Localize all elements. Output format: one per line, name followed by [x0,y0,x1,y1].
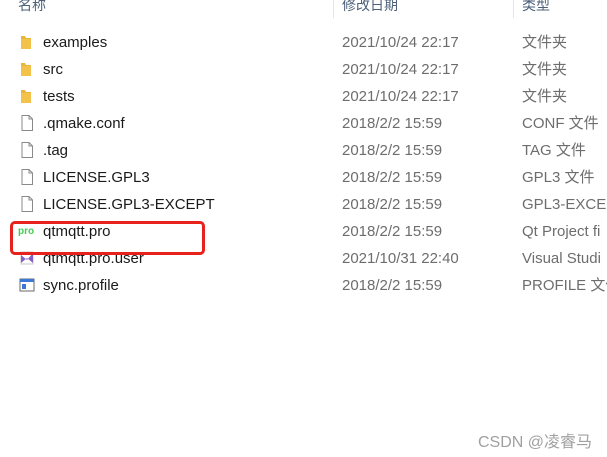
file-name: .tag [43,142,69,159]
column-header-date[interactable]: 修改日期 [342,0,398,14]
file-row[interactable]: LICENSE.GPL3-EXCEPT 2018/2/2 15:59 GPL3-… [0,191,607,218]
folder-icon [18,87,36,105]
file-row[interactable]: .tag 2018/2/2 15:59 TAG 文件 [0,137,607,164]
column-divider[interactable] [333,0,334,18]
file-date: 2021/10/31 22:40 [342,250,459,267]
column-header-bar: 名称 修改日期 类型 [0,0,607,18]
profile-icon [18,276,36,294]
file-type: GPL3-EXCEPT [522,196,607,213]
highlight-annotation-box [10,221,205,255]
file-date: 2018/2/2 15:59 [342,115,443,132]
file-type: Qt Project fi [522,223,601,240]
folder-icon [18,60,36,78]
file-date: 2021/10/24 22:17 [342,61,459,78]
file-explorer-window: 名称 修改日期 类型 examples 2021/10/24 22:17 文件夹… [0,0,607,457]
document-icon [18,195,36,213]
folder-icon [18,33,36,51]
file-type: GPL3 文件 [522,169,595,186]
file-name: .qmake.conf [43,115,125,132]
column-divider[interactable] [513,0,514,18]
file-row[interactable]: tests 2021/10/24 22:17 文件夹 [0,83,607,110]
file-date: 2021/10/24 22:17 [342,34,459,51]
file-type: 文件夹 [522,61,568,78]
document-icon [18,114,36,132]
file-type: Visual Studi [522,250,601,267]
file-row[interactable]: sync.profile 2018/2/2 15:59 PROFILE 文件 [0,272,607,299]
file-name: sync.profile [43,277,119,294]
file-type: 文件夹 [522,88,568,105]
file-row[interactable]: examples 2021/10/24 22:17 文件夹 [0,29,607,56]
document-icon [18,168,36,186]
watermark: CSDN @凌睿马 [477,434,592,451]
file-date: 2018/2/2 15:59 [342,142,443,159]
file-type: PROFILE 文件 [522,277,607,294]
file-name: LICENSE.GPL3-EXCEPT [43,196,215,213]
file-date: 2018/2/2 15:59 [342,169,443,186]
file-name: src [43,61,63,78]
file-row[interactable]: src 2021/10/24 22:17 文件夹 [0,56,607,83]
file-date: 2021/10/24 22:17 [342,88,459,105]
file-type: 文件夹 [522,34,568,51]
file-date: 2018/2/2 15:59 [342,196,443,213]
file-date: 2018/2/2 15:59 [342,277,443,294]
file-name: examples [43,34,108,51]
file-type: CONF 文件 [522,115,599,132]
file-type: TAG 文件 [522,142,586,159]
file-row[interactable]: .qmake.conf 2018/2/2 15:59 CONF 文件 [0,110,607,137]
file-name: tests [43,88,75,105]
column-header-name[interactable]: 名称 [18,0,46,14]
column-header-type[interactable]: 类型 [522,0,550,14]
document-icon [18,141,36,159]
file-date: 2018/2/2 15:59 [342,223,443,240]
file-row[interactable]: LICENSE.GPL3 2018/2/2 15:59 GPL3 文件 [0,164,607,191]
file-name: LICENSE.GPL3 [43,169,150,186]
